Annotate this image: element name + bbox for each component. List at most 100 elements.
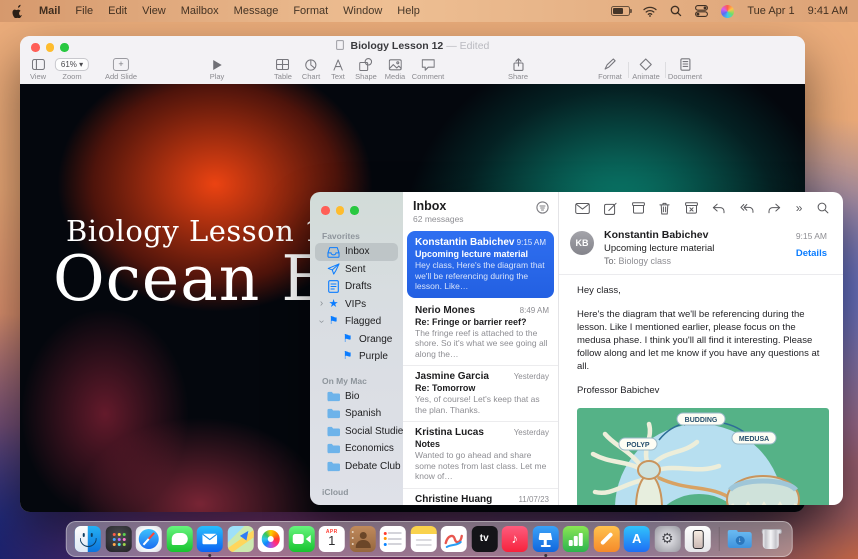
sidebar-item-flagged[interactable]: › ⚑ Flagged	[315, 313, 398, 331]
trash-icon[interactable]	[659, 202, 670, 215]
sidebar-section-on-my-mac: On My Mac	[310, 366, 403, 388]
dock-app-store-icon[interactable]: A	[624, 526, 650, 552]
dock-facetime-icon[interactable]	[288, 526, 314, 552]
message-row-selected[interactable]: Konstantin Babichev9:15 AM Upcoming lect…	[407, 231, 554, 298]
dock-contacts-icon[interactable]	[349, 526, 375, 552]
dock-mail-icon[interactable]	[197, 526, 223, 552]
chevron-down-icon[interactable]: ›	[316, 317, 327, 326]
dock-trash-icon[interactable]	[757, 526, 783, 552]
check-mail-icon[interactable]	[575, 203, 590, 214]
dock-numbers-icon[interactable]	[563, 526, 589, 552]
sidebar-item-sent[interactable]: Sent	[315, 261, 398, 279]
media-button[interactable]: Media	[385, 58, 405, 81]
menu-app-name[interactable]: Mail	[39, 5, 60, 17]
dock-freeform-icon[interactable]	[441, 526, 467, 552]
dock-photos-icon[interactable]	[258, 526, 284, 552]
star-icon: ★	[327, 299, 340, 310]
mail-window: Favorites Inbox Sent Drafts › ★ VIPs	[310, 192, 843, 505]
sidebar-item-flag-purple[interactable]: ⚑ Purple	[315, 348, 398, 366]
play-button[interactable]: Play	[210, 58, 225, 81]
menu-edit[interactable]: Edit	[108, 5, 127, 17]
dock-safari-icon[interactable]	[136, 526, 162, 552]
share-button[interactable]: Share	[508, 58, 528, 81]
shape-button[interactable]: Shape	[355, 58, 377, 81]
details-link[interactable]: Details	[796, 248, 827, 259]
view-button[interactable]: View	[30, 58, 46, 81]
dock-reminders-icon[interactable]	[380, 526, 406, 552]
svg-text:POLYP: POLYP	[626, 442, 649, 449]
menu-mailbox[interactable]: Mailbox	[181, 5, 219, 17]
folder-icon	[327, 391, 340, 402]
menu-view[interactable]: View	[142, 5, 166, 17]
sidebar-item-inbox[interactable]: Inbox	[315, 243, 398, 261]
dock-pages-icon[interactable]	[593, 526, 619, 552]
animate-button[interactable]: Animate	[632, 58, 660, 81]
junk-icon[interactable]	[685, 202, 698, 214]
close-button[interactable]	[321, 206, 330, 215]
chevron-right-icon[interactable]: ›	[317, 298, 326, 309]
dock-messages-icon[interactable]	[166, 526, 192, 552]
dock-tv-icon[interactable]: tv	[471, 526, 497, 552]
menu-window[interactable]: Window	[343, 5, 382, 17]
text-button[interactable]: Text	[331, 58, 345, 81]
edited-label: — Edited	[446, 40, 489, 52]
compose-icon[interactable]	[604, 202, 617, 215]
dock-finder-icon[interactable]	[75, 526, 101, 552]
siri-icon[interactable]	[721, 5, 734, 18]
menu-message[interactable]: Message	[234, 5, 279, 17]
message-row[interactable]: Christine Huang11/07/23 Debate club - re…	[403, 488, 558, 506]
sidebar-section-icloud[interactable]: iCloud	[310, 475, 403, 499]
minimize-button[interactable]	[336, 206, 345, 215]
dock-calendar-icon[interactable]: APR1	[319, 526, 345, 552]
archive-icon[interactable]	[632, 202, 645, 214]
spotlight-search-icon[interactable]	[670, 5, 682, 17]
dock-keynote-icon[interactable]	[532, 526, 558, 552]
message-body: Hey class, Here's the diagram that we'll…	[559, 275, 843, 397]
battery-icon[interactable]	[611, 6, 630, 16]
sidebar-section-smart-mailboxes[interactable]: Smart Mailboxes	[310, 499, 403, 505]
sidebar-folder-bio[interactable]: Bio	[315, 388, 398, 406]
forward-icon[interactable]	[768, 203, 781, 214]
dock: APR1 tv ♪ A ⚙ ↓	[66, 521, 793, 557]
reply-all-icon[interactable]	[740, 203, 754, 214]
wifi-icon[interactable]	[643, 6, 657, 17]
add-slide-button[interactable]: + Add Slide	[105, 58, 137, 81]
menu-format[interactable]: Format	[293, 5, 328, 17]
dock-music-icon[interactable]: ♪	[502, 526, 528, 552]
folder-icon	[327, 408, 340, 419]
sidebar-item-drafts[interactable]: Drafts	[315, 278, 398, 296]
sidebar-folder-debate-club[interactable]: Debate Club	[315, 458, 398, 476]
zoom-window-button[interactable]	[350, 206, 359, 215]
sidebar-item-vips[interactable]: › ★ VIPs	[315, 296, 398, 314]
menu-bar-clock[interactable]: 9:41 AM	[808, 5, 848, 17]
dock-launchpad-icon[interactable]	[105, 526, 131, 552]
reply-icon[interactable]	[712, 203, 725, 214]
more-actions-icon[interactable]: »	[796, 203, 803, 213]
menu-file[interactable]: File	[75, 5, 93, 17]
sidebar-folder-social-studies[interactable]: Social Studies	[315, 423, 398, 441]
dock-downloads-folder-icon[interactable]: ↓	[727, 526, 753, 552]
format-button[interactable]: Format	[598, 58, 622, 81]
dock-notes-icon[interactable]	[410, 526, 436, 552]
message-row[interactable]: Kristina LucasYesterday Notes Wanted to …	[403, 421, 558, 488]
chart-button[interactable]: Chart	[302, 58, 320, 81]
dock-maps-icon[interactable]	[227, 526, 253, 552]
sidebar-folder-spanish[interactable]: Spanish	[315, 405, 398, 423]
sidebar-item-flag-orange[interactable]: ⚑ Orange	[315, 331, 398, 349]
filter-icon[interactable]	[536, 201, 549, 214]
sidebar-folder-economics[interactable]: Economics	[315, 440, 398, 458]
search-icon[interactable]	[817, 202, 829, 214]
menu-bar-date[interactable]: Tue Apr 1	[747, 5, 794, 17]
menu-help[interactable]: Help	[397, 5, 420, 17]
dock-system-settings-icon[interactable]: ⚙	[654, 526, 680, 552]
document-button[interactable]: Document	[668, 58, 702, 81]
control-center-icon[interactable]	[695, 5, 708, 17]
table-button[interactable]: Table	[274, 58, 292, 81]
zoom-control[interactable]: 61% ▾ Zoom	[55, 58, 89, 81]
apple-menu-icon[interactable]	[12, 4, 24, 18]
comment-button[interactable]: Comment	[412, 58, 445, 81]
message-row[interactable]: Jasmine GarciaYesterday Re: Tomorrow Yes…	[403, 365, 558, 421]
dock-iphone-mirroring-icon[interactable]	[685, 526, 711, 552]
jellyfish-lifecycle-diagram[interactable]: POLYP BUDDING MEDUSA	[577, 408, 829, 506]
message-row[interactable]: Nerio Mones8:49 AM Re: Fringe or barrier…	[403, 300, 558, 366]
